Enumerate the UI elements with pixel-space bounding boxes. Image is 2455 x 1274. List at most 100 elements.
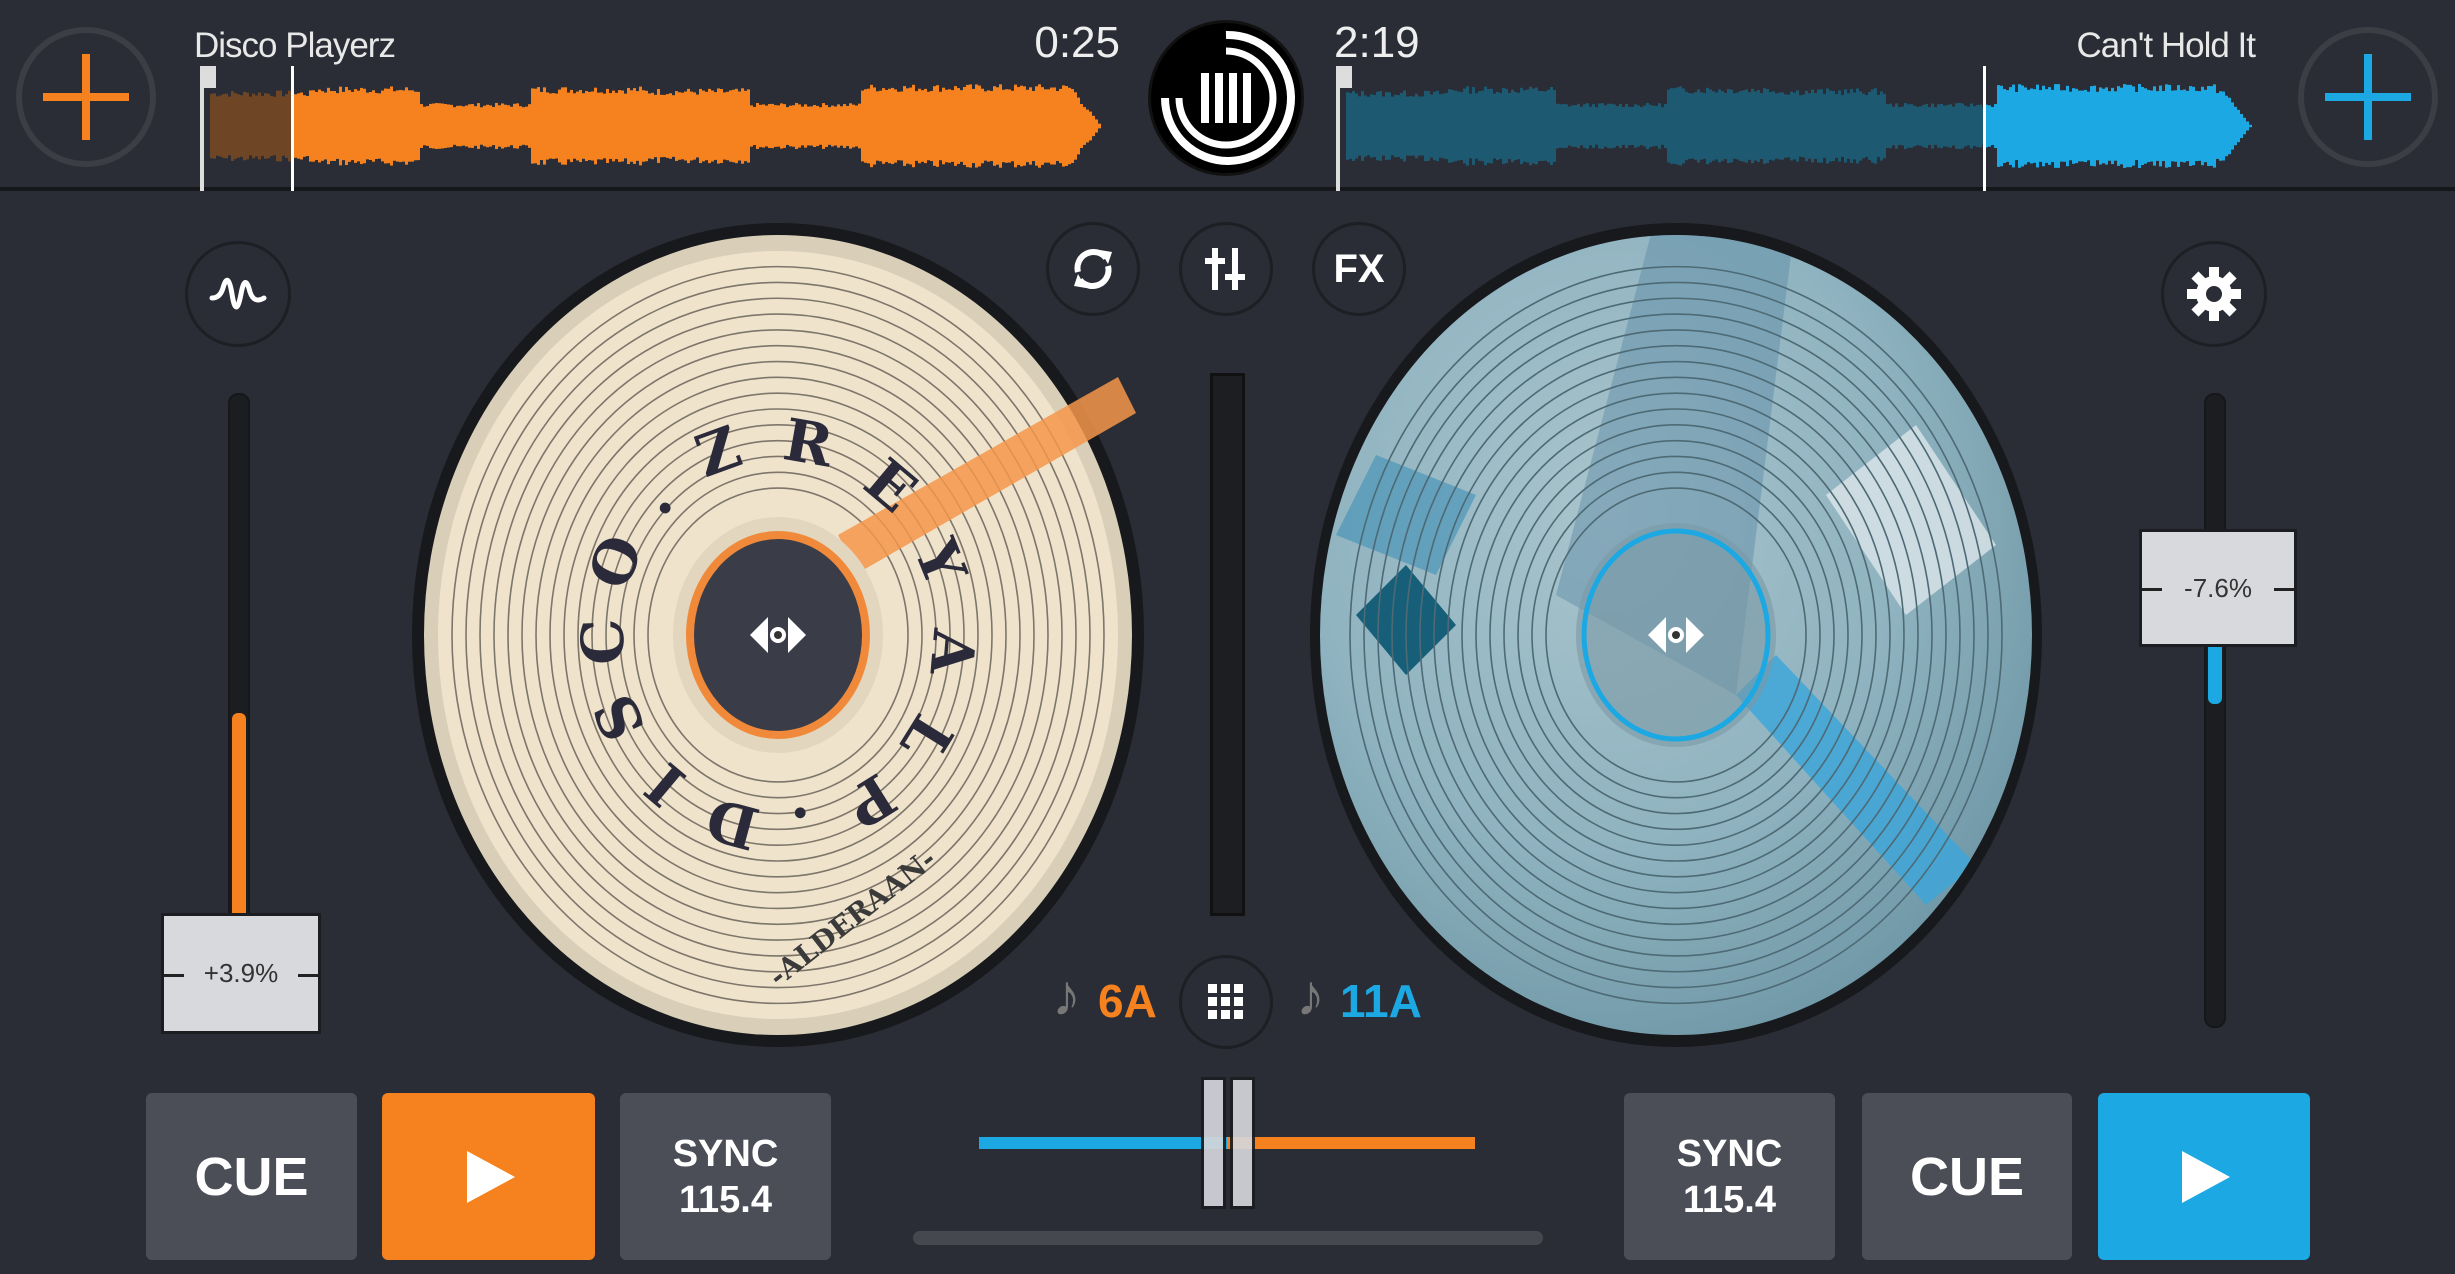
waveform-bar	[936, 85, 939, 167]
waveform-bar	[510, 106, 513, 146]
deck-a-waveform-button[interactable]	[185, 241, 291, 347]
waveform-bar	[1481, 90, 1484, 162]
waveform-bar	[1814, 93, 1817, 159]
waveform-bar	[759, 104, 762, 148]
waveform-bar	[630, 90, 633, 162]
waveform-bar	[1940, 103, 1943, 149]
waveform-bar	[1029, 87, 1032, 165]
scroll-bar[interactable]	[913, 1231, 1543, 1245]
waveform-bar	[984, 91, 987, 161]
waveform-bar	[1622, 107, 1625, 145]
waveform-bar	[1505, 88, 1508, 164]
waveform-bar	[1026, 89, 1029, 163]
deck-a-add-track-button[interactable]	[16, 27, 156, 167]
waveform-bar	[615, 92, 618, 160]
waveform-bar	[1997, 85, 2000, 167]
waveform-bar	[1595, 107, 1598, 145]
waveform-bar	[1877, 94, 1880, 158]
waveform-bar	[255, 95, 258, 157]
waveform-bar	[474, 106, 477, 146]
sliders-icon	[1205, 248, 1245, 290]
waveform-bar	[420, 104, 423, 148]
deck-b-waveform[interactable]	[1336, 66, 2260, 191]
waveform-bar	[726, 91, 729, 161]
waveform-bar	[1691, 93, 1694, 159]
waveform-bar	[1442, 93, 1445, 159]
mixer-button[interactable]	[1179, 222, 1273, 316]
waveform-bar	[1829, 90, 1832, 162]
waveform-bar	[900, 91, 903, 161]
waveform-bar	[1994, 104, 1997, 148]
deck-b-pitch-slider[interactable]	[2204, 393, 2226, 1028]
waveform-bar	[1062, 85, 1065, 167]
waveform-bar	[1065, 86, 1068, 166]
cue-flag	[1340, 66, 1352, 88]
waveform-bar	[1541, 91, 1544, 161]
waveform-bar	[1838, 90, 1841, 162]
deck-a-pitch-thumb[interactable]: +3.9%	[161, 913, 321, 1034]
waveform-bar	[2225, 95, 2228, 157]
waveform-bar	[924, 88, 927, 164]
deck-b-add-track-button[interactable]	[2298, 27, 2438, 167]
waveform-bar	[1703, 93, 1706, 159]
waveform-bar	[519, 106, 522, 146]
waveform-bar	[1676, 87, 1679, 165]
waveform-bar	[2201, 86, 2204, 166]
deck-a-cue-button[interactable]: CUE	[146, 1093, 357, 1260]
deck-b-play-button[interactable]	[2098, 1093, 2310, 1260]
deck-a-track-title: Disco Playerz	[194, 26, 396, 65]
waveform-bar	[1787, 94, 1790, 158]
waveform-bar	[2159, 85, 2162, 167]
waveform-bar	[1724, 92, 1727, 160]
waveform-bar	[2096, 91, 2099, 161]
crossfader-thumb[interactable]	[1201, 1077, 1255, 1209]
waveform-bar	[903, 86, 906, 166]
pads-button[interactable]	[1179, 955, 1273, 1049]
waveform-bar	[1439, 94, 1442, 158]
waveform-bar	[516, 103, 519, 149]
waveform-bar	[1496, 91, 1499, 161]
deck-a-platter[interactable]: DISCO.Z REYALP. -ALDERAAN-	[410, 220, 1146, 1050]
waveform-bar	[1454, 90, 1457, 162]
waveform-bar	[1958, 102, 1961, 150]
waveform-bar	[1655, 106, 1658, 146]
waveform-bar	[618, 90, 621, 162]
deck-b-sync-button[interactable]: SYNC 115.4	[1624, 1093, 1835, 1260]
waveform-bar	[2165, 84, 2168, 168]
waveform-bar	[1385, 92, 1388, 160]
waveform-bar	[2120, 87, 2123, 165]
app-logo-button[interactable]	[1148, 20, 1304, 176]
deck-b-platter[interactable]	[1308, 220, 2044, 1050]
waveform-bar	[357, 90, 360, 162]
waveform-bar	[2033, 89, 2036, 163]
waveform-bar	[1391, 96, 1394, 156]
waveform-bar	[858, 103, 861, 149]
deck-b-pitch-thumb[interactable]: -7.6%	[2139, 529, 2297, 647]
waveform-bar	[1628, 106, 1631, 146]
deck-a-waveform[interactable]	[200, 66, 1110, 191]
deck-a-play-button[interactable]	[382, 1093, 595, 1260]
waveform-bar	[300, 92, 303, 160]
deck-b-settings-button[interactable]	[2161, 241, 2267, 347]
waveform-bar	[558, 89, 561, 163]
cue-flag	[204, 66, 216, 88]
waveform-bar	[579, 89, 582, 163]
waveform-bar	[1364, 95, 1367, 157]
waveform-bar	[1035, 86, 1038, 166]
deck-a-sync-button[interactable]: SYNC 115.4	[620, 1093, 831, 1260]
loop-button[interactable]	[1046, 222, 1140, 316]
platter-art-letter: A	[916, 626, 988, 679]
music-note-icon: ♪	[1296, 963, 1325, 1028]
waveform-bar	[1526, 89, 1529, 163]
waveform-bar	[327, 87, 330, 165]
waveform-bar	[2093, 85, 2096, 167]
waveform-bar	[957, 88, 960, 164]
waveform-bar	[873, 87, 876, 165]
waveform-bar	[1904, 102, 1907, 150]
deck-b-cue-button[interactable]: CUE	[1862, 1093, 2072, 1260]
deck-b-bpm: 115.4	[1683, 1178, 1776, 1221]
waveform-bar	[828, 107, 831, 145]
waveform-bar	[1472, 87, 1475, 165]
fx-button[interactable]: FX	[1312, 222, 1406, 316]
waveform-bar	[2174, 90, 2177, 162]
